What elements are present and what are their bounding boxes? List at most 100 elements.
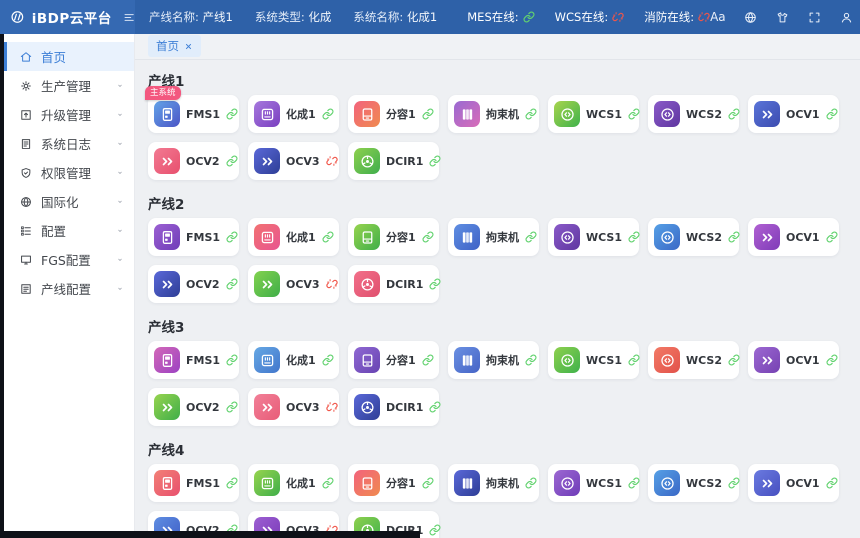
app-card[interactable]: 拘束机 (448, 218, 539, 256)
link-icon[interactable] (226, 354, 238, 366)
app-card[interactable]: WCS2 (648, 341, 739, 379)
app-card[interactable]: FMS1 (148, 341, 239, 379)
link-icon[interactable] (322, 477, 334, 489)
app-card[interactable]: 拘束机 (448, 464, 539, 502)
sidebar-item-home[interactable]: 首页 (4, 42, 134, 71)
app-card[interactable]: OCV3 (248, 142, 339, 180)
link-icon[interactable] (826, 108, 838, 120)
app-card[interactable]: DCIR1 (348, 142, 439, 180)
sidebar-item-upgrade[interactable]: 升级管理 (4, 100, 134, 129)
broken-link-icon[interactable] (326, 401, 338, 413)
app-card[interactable]: OCV1 (748, 464, 839, 502)
link-icon[interactable] (525, 231, 537, 243)
link-icon[interactable] (525, 108, 537, 120)
card-label: OCV3 (286, 401, 320, 414)
app-card[interactable]: 分容1 (348, 341, 439, 379)
link-icon[interactable] (728, 231, 740, 243)
link-icon[interactable] (826, 354, 838, 366)
theme-button[interactable] (775, 10, 790, 25)
sidebar-item-config[interactable]: 配置 (4, 216, 134, 245)
link-icon[interactable] (728, 108, 740, 120)
app-card[interactable]: WCS2 (648, 95, 739, 133)
link-icon[interactable] (322, 354, 334, 366)
user-button[interactable] (839, 10, 854, 25)
app-card[interactable]: OCV1 (748, 95, 839, 133)
link-icon[interactable] (728, 354, 740, 366)
broken-link-icon[interactable] (326, 278, 338, 290)
app-card[interactable]: 分容1 (348, 464, 439, 502)
link-icon[interactable] (226, 278, 238, 290)
app-card[interactable]: OCV3 (248, 388, 339, 426)
card-grid: FMS1化成1分容1拘束机WCS1WCS2OCV1OCV2OCV3DCIR1 (148, 464, 847, 538)
app-card[interactable]: WCS1 (548, 464, 639, 502)
card-label: FMS1 (186, 354, 220, 367)
chevron-down-icon (115, 255, 125, 265)
link-icon[interactable] (628, 108, 640, 120)
app-card[interactable]: WCS2 (648, 464, 739, 502)
card-label: WCS2 (686, 477, 722, 490)
font-size-button[interactable]: Aa (710, 10, 726, 24)
app-card[interactable]: 分容1 (348, 218, 439, 256)
link-icon[interactable] (422, 108, 434, 120)
app-card[interactable]: OCV1 (748, 218, 839, 256)
broken-link-icon[interactable] (326, 155, 338, 167)
formation-icon (254, 470, 280, 496)
app-card[interactable]: 化成1 (248, 341, 339, 379)
link-icon[interactable] (628, 231, 640, 243)
app-card[interactable]: OCV2 (148, 142, 239, 180)
link-icon[interactable] (226, 155, 238, 167)
app-card[interactable]: 拘束机 (448, 341, 539, 379)
app-card[interactable]: 拘束机 (448, 95, 539, 133)
app-card[interactable]: OCV2 (148, 265, 239, 303)
sidebar-item-permissions[interactable]: 权限管理 (4, 158, 134, 187)
app-card[interactable]: DCIR1 (348, 265, 439, 303)
sidebar-item-fgs-config[interactable]: FGS配置 (4, 245, 134, 274)
tab-home[interactable]: 首页 (148, 35, 201, 57)
app-card[interactable]: 分容1 (348, 95, 439, 133)
link-icon[interactable] (322, 108, 334, 120)
link-icon[interactable] (429, 524, 441, 536)
link-icon[interactable] (628, 477, 640, 489)
app-card[interactable]: FMS1 (148, 218, 239, 256)
sidebar-item-system-logs[interactable]: 系统日志 (4, 129, 134, 158)
link-icon[interactable] (429, 401, 441, 413)
app-card[interactable]: WCS1 (548, 218, 639, 256)
link-icon[interactable] (226, 231, 238, 243)
link-icon[interactable] (826, 231, 838, 243)
sidebar-collapse-icon[interactable] (123, 10, 135, 25)
app-card[interactable]: WCS1 (548, 341, 639, 379)
link-icon[interactable] (322, 231, 334, 243)
app-card[interactable]: DCIR1 (348, 388, 439, 426)
link-icon[interactable] (525, 477, 537, 489)
app-card[interactable]: OCV2 (148, 388, 239, 426)
link-icon[interactable] (728, 477, 740, 489)
link-icon[interactable] (226, 108, 238, 120)
card-label: OCV1 (786, 477, 820, 490)
link-icon[interactable] (826, 477, 838, 489)
fullscreen-button[interactable] (807, 10, 822, 25)
link-icon[interactable] (429, 278, 441, 290)
production-icon (19, 79, 33, 93)
sidebar-item-production[interactable]: 生产管理 (4, 71, 134, 100)
link-icon[interactable] (422, 477, 434, 489)
link-icon[interactable] (429, 155, 441, 167)
link-icon[interactable] (422, 354, 434, 366)
app-card[interactable]: OCV1 (748, 341, 839, 379)
link-icon[interactable] (422, 231, 434, 243)
link-icon[interactable] (226, 477, 238, 489)
app-card[interactable]: WCS2 (648, 218, 739, 256)
app-card[interactable]: FMS1 (148, 464, 239, 502)
link-icon[interactable] (525, 354, 537, 366)
app-card[interactable]: 化成1 (248, 95, 339, 133)
app-card[interactable]: 化成1 (248, 464, 339, 502)
app-card[interactable]: 主系统FMS1 (148, 95, 239, 133)
tab-close-icon[interactable] (184, 42, 193, 51)
link-icon[interactable] (226, 401, 238, 413)
sidebar-item-i18n[interactable]: 国际化 (4, 187, 134, 216)
app-card[interactable]: OCV3 (248, 265, 339, 303)
language-button[interactable] (743, 10, 758, 25)
link-icon[interactable] (628, 354, 640, 366)
app-card[interactable]: 化成1 (248, 218, 339, 256)
app-card[interactable]: WCS1 (548, 95, 639, 133)
sidebar-item-line-config[interactable]: 产线配置 (4, 274, 134, 303)
